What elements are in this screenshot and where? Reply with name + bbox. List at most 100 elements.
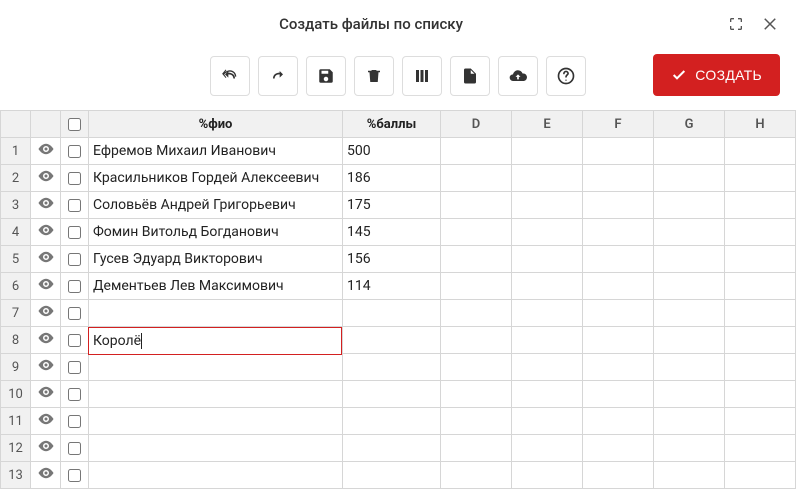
column-header-f[interactable]: F xyxy=(583,111,654,138)
visibility-cell[interactable] xyxy=(31,381,61,408)
select-cell[interactable] xyxy=(61,246,89,273)
row-checkbox[interactable] xyxy=(68,199,81,212)
cell-empty[interactable] xyxy=(441,327,512,354)
row-checkbox[interactable] xyxy=(68,388,81,401)
visibility-cell[interactable] xyxy=(31,219,61,246)
cell-fio[interactable] xyxy=(89,462,343,489)
grid[interactable]: %фио %баллы D E F G H 1 Ефремов Михаил И… xyxy=(0,110,796,489)
select-cell[interactable] xyxy=(61,435,89,462)
visibility-cell[interactable] xyxy=(31,408,61,435)
cell-fio[interactable] xyxy=(89,300,343,327)
cell-empty[interactable] xyxy=(654,354,725,381)
cell-empty[interactable] xyxy=(725,354,796,381)
columns-button[interactable] xyxy=(402,56,442,96)
visibility-icon[interactable] xyxy=(37,464,55,482)
visibility-icon[interactable] xyxy=(37,167,55,185)
cell-empty[interactable] xyxy=(583,462,654,489)
cell-empty[interactable] xyxy=(654,300,725,327)
visibility-icon[interactable] xyxy=(37,356,55,374)
row-number[interactable]: 3 xyxy=(1,192,31,219)
close-icon[interactable] xyxy=(760,14,780,34)
cell-empty[interactable] xyxy=(441,246,512,273)
cell-empty[interactable] xyxy=(441,138,512,165)
row-checkbox[interactable] xyxy=(68,280,81,293)
cell-empty[interactable] xyxy=(441,300,512,327)
column-header-fio[interactable]: %фио xyxy=(89,111,343,138)
cell-score[interactable]: 175 xyxy=(343,192,441,219)
cell-empty[interactable] xyxy=(441,219,512,246)
column-header-score[interactable]: %баллы xyxy=(343,111,441,138)
cell-empty[interactable] xyxy=(512,408,583,435)
select-all-header[interactable] xyxy=(61,111,89,138)
cell-fio[interactable]: Гусев Эдуард Викторович xyxy=(89,246,343,273)
cell-fio[interactable]: Дементьев Лев Максимович xyxy=(89,273,343,300)
row-number[interactable]: 8 xyxy=(1,327,31,354)
cell-empty[interactable] xyxy=(654,138,725,165)
row-checkbox[interactable] xyxy=(68,253,81,266)
cell-empty[interactable] xyxy=(512,327,583,354)
select-cell[interactable] xyxy=(61,327,89,354)
row-checkbox[interactable] xyxy=(68,145,81,158)
cell-empty[interactable] xyxy=(441,408,512,435)
undo-button[interactable] xyxy=(210,56,250,96)
row-checkbox[interactable] xyxy=(68,442,81,455)
corner-cell[interactable] xyxy=(1,111,31,138)
cell-empty[interactable] xyxy=(725,462,796,489)
visibility-icon[interactable] xyxy=(37,275,55,293)
row-checkbox[interactable] xyxy=(68,415,81,428)
cell-empty[interactable] xyxy=(725,165,796,192)
select-cell[interactable] xyxy=(61,219,89,246)
select-cell[interactable] xyxy=(61,138,89,165)
cell-empty[interactable] xyxy=(512,165,583,192)
visibility-icon[interactable] xyxy=(37,221,55,239)
cell-empty[interactable] xyxy=(725,273,796,300)
file-button[interactable] xyxy=(450,56,490,96)
cell-empty[interactable] xyxy=(441,381,512,408)
column-header-h[interactable]: H xyxy=(725,111,796,138)
cell-empty[interactable] xyxy=(654,408,725,435)
cell-empty[interactable] xyxy=(654,192,725,219)
column-header-e[interactable]: E xyxy=(512,111,583,138)
row-number[interactable]: 7 xyxy=(1,300,31,327)
cell-score[interactable] xyxy=(343,327,441,354)
help-button[interactable] xyxy=(546,56,586,96)
cell-score[interactable]: 186 xyxy=(343,165,441,192)
row-number[interactable]: 10 xyxy=(1,381,31,408)
cell-empty[interactable] xyxy=(725,381,796,408)
row-checkbox[interactable] xyxy=(68,307,81,320)
select-cell[interactable] xyxy=(61,300,89,327)
cell-empty[interactable] xyxy=(725,300,796,327)
cell-empty[interactable] xyxy=(512,246,583,273)
cell-empty[interactable] xyxy=(654,165,725,192)
row-checkbox[interactable] xyxy=(68,226,81,239)
cell-score[interactable] xyxy=(343,381,441,408)
row-checkbox[interactable] xyxy=(68,469,81,482)
cell-empty[interactable] xyxy=(583,192,654,219)
cell-score[interactable]: 145 xyxy=(343,219,441,246)
row-number[interactable]: 12 xyxy=(1,435,31,462)
column-header-g[interactable]: G xyxy=(654,111,725,138)
cell-fio[interactable] xyxy=(89,381,343,408)
cell-empty[interactable] xyxy=(583,381,654,408)
cell-empty[interactable] xyxy=(654,462,725,489)
visibility-cell[interactable] xyxy=(31,246,61,273)
active-cell-editor[interactable]: Королё xyxy=(88,327,342,355)
visibility-cell[interactable] xyxy=(31,435,61,462)
cell-empty[interactable] xyxy=(654,273,725,300)
cell-empty[interactable] xyxy=(654,219,725,246)
row-number[interactable]: 6 xyxy=(1,273,31,300)
visibility-cell[interactable] xyxy=(31,165,61,192)
cell-empty[interactable] xyxy=(512,138,583,165)
fullscreen-icon[interactable] xyxy=(726,14,746,34)
cell-empty[interactable] xyxy=(512,462,583,489)
row-checkbox[interactable] xyxy=(68,172,81,185)
cell-empty[interactable] xyxy=(583,435,654,462)
redo-button[interactable] xyxy=(258,56,298,96)
select-cell[interactable] xyxy=(61,462,89,489)
cell-score[interactable] xyxy=(343,462,441,489)
cell-empty[interactable] xyxy=(725,246,796,273)
visibility-column-header[interactable] xyxy=(31,111,61,138)
row-number[interactable]: 9 xyxy=(1,354,31,381)
cell-empty[interactable] xyxy=(654,246,725,273)
cell-empty[interactable] xyxy=(583,273,654,300)
